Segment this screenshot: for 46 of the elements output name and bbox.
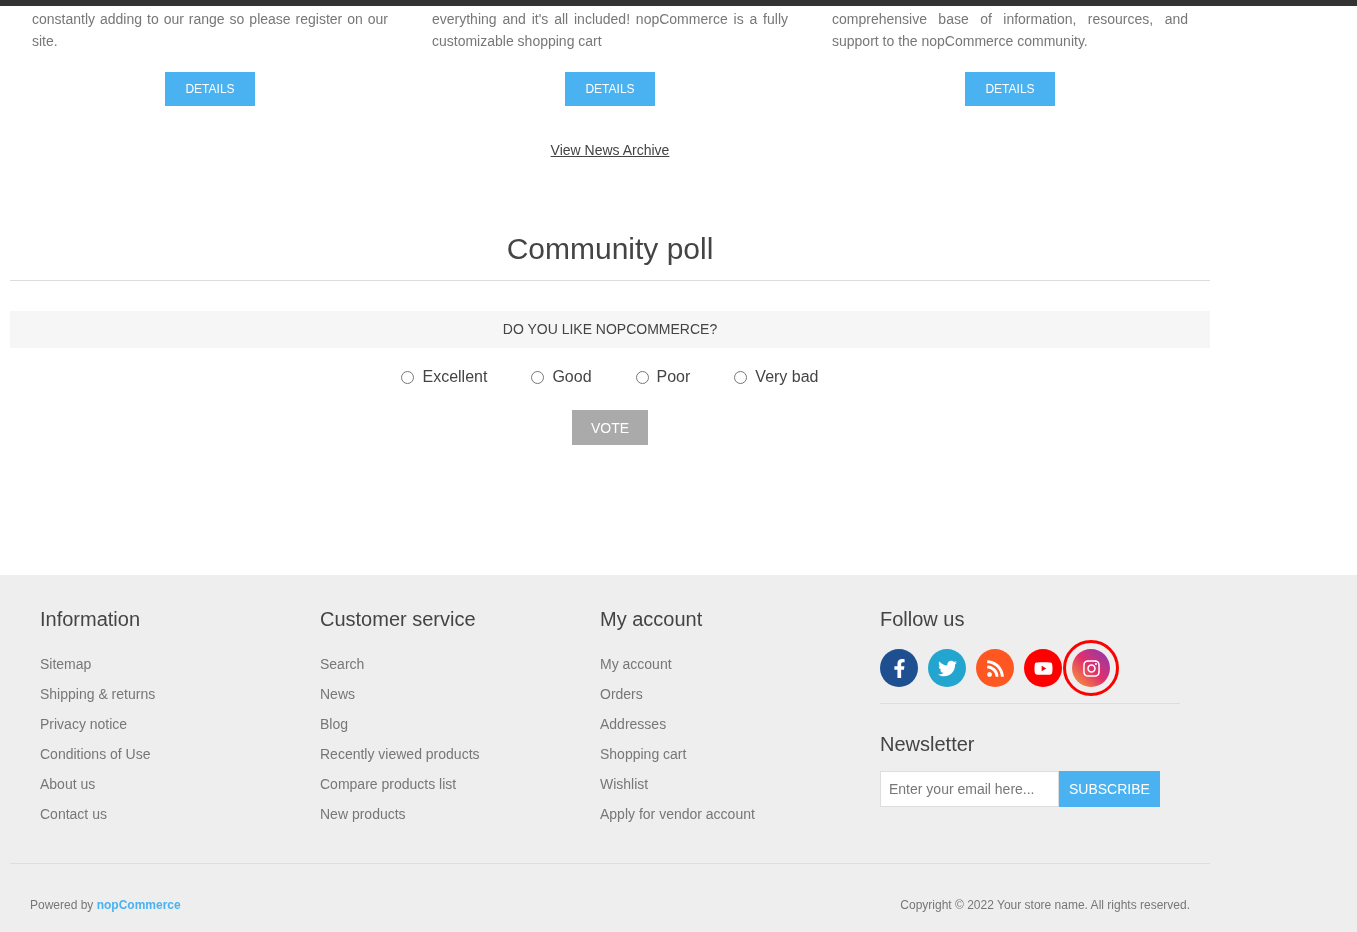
footer-link[interactable]: About us: [40, 769, 96, 799]
vote-button[interactable]: VOTE: [572, 410, 648, 445]
details-button[interactable]: DETAILS: [165, 72, 255, 106]
social-link[interactable]: [1024, 649, 1062, 687]
footer-link[interactable]: Orders: [600, 679, 643, 709]
news-text: constantly adding to our range so please register on our site.: [32, 10, 388, 51]
footer-link[interactable]: Blog: [320, 709, 349, 739]
column-title: My account: [600, 608, 704, 631]
footer-link[interactable]: News: [320, 679, 355, 709]
footer-link[interactable]: Shipping & returns: [40, 679, 156, 709]
footer-link[interactable]: Search: [320, 649, 365, 679]
poll-title: Community poll: [10, 232, 1210, 281]
option-label: Poor: [656, 368, 691, 386]
footer-link[interactable]: Recently viewed products: [320, 739, 480, 769]
footer-link[interactable]: Addresses: [600, 709, 667, 739]
poll-question: DO YOU LIKE NOPCOMMERCE?: [10, 311, 1210, 348]
column-title: Information: [40, 608, 142, 631]
option-label: Very bad: [755, 368, 819, 386]
option-label: Good: [552, 368, 592, 386]
newsletter-title: Newsletter: [880, 733, 976, 756]
copyright-text: Copyright © 2022 Your store name. All rights reserved.: [900, 898, 1190, 912]
footer-link[interactable]: Contact us: [40, 799, 107, 829]
news-text: everything and it's all included! nopCommerce is a fully customizable shopping cart: [432, 10, 788, 51]
rss-icon: [985, 658, 1005, 678]
footer-link[interactable]: Wishlist: [600, 769, 649, 799]
column-title: Customer service: [320, 608, 477, 631]
email-field[interactable]: Enter your email here...: [880, 771, 1059, 807]
footer-link[interactable]: Compare products list: [320, 769, 457, 799]
social-link[interactable]: [880, 649, 918, 687]
details-button[interactable]: DETAILS: [565, 72, 655, 106]
bird-icon: [937, 658, 957, 678]
subscribe-button[interactable]: SUBSCRIBE: [1059, 771, 1160, 807]
footer-link[interactable]: Conditions of Use: [40, 739, 151, 769]
news-archive-link[interactable]: View News Archive: [550, 142, 670, 158]
option-label: Excellent: [422, 368, 488, 386]
footer-link[interactable]: My account: [600, 649, 672, 679]
footer-link[interactable]: Sitemap: [40, 649, 92, 679]
column-title: Follow us: [880, 608, 966, 631]
powered-by-text: Powered by nopCommerce: [30, 898, 181, 912]
footer-link[interactable]: New products: [320, 799, 406, 829]
footer-link[interactable]: Privacy notice: [40, 709, 128, 739]
footer-link[interactable]: Apply for vendor account: [600, 799, 755, 829]
news-text: comprehensive base of information, resources, and support to the nopCommerce community.: [832, 10, 1188, 51]
camera-icon: [1081, 658, 1101, 678]
details-button[interactable]: DETAILS: [965, 72, 1055, 106]
footer-link[interactable]: Shopping cart: [600, 739, 687, 769]
